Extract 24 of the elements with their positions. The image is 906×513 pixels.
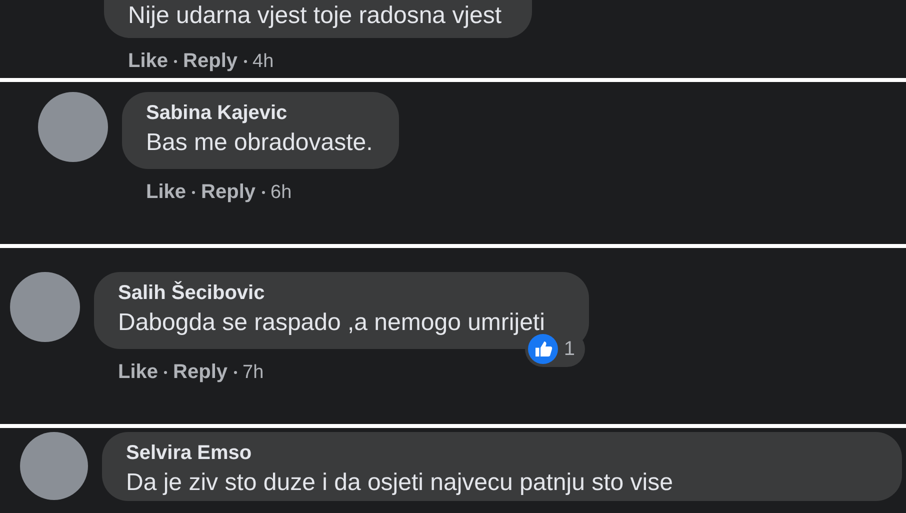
separator-dot: [164, 371, 168, 374]
separator-dot: [192, 191, 196, 194]
commenter-name[interactable]: Sabina Kajevic: [146, 102, 373, 125]
reaction-badge[interactable]: 1: [524, 331, 585, 367]
reply-link[interactable]: Reply: [201, 181, 256, 204]
like-link[interactable]: Like: [146, 181, 186, 204]
thumbs-up-icon: [528, 334, 558, 364]
separator-dot: [234, 371, 236, 374]
separator-dot: [244, 60, 246, 63]
commenter-name[interactable]: Selvira Emso: [126, 442, 876, 465]
separator-dot: [262, 191, 264, 194]
comment-time[interactable]: 7h: [242, 362, 264, 384]
comment-time[interactable]: 4h: [252, 51, 274, 73]
reply-link[interactable]: Reply: [173, 361, 228, 384]
comment-text: Nije udarna vjest toje radosna vjest: [128, 2, 502, 30]
like-link[interactable]: Like: [128, 50, 168, 73]
comment-text: Bas me obradovaste.: [146, 129, 373, 157]
reaction-count: 1: [564, 338, 575, 360]
comment-time[interactable]: 6h: [270, 182, 292, 204]
separator-dot: [174, 60, 178, 63]
comment-text: Da je ziv sto duze i da osjeti najvecu patnju sto vise: [126, 469, 674, 497]
reply-link[interactable]: Reply: [183, 50, 238, 73]
commenter-name[interactable]: Salih Šecibovic: [118, 282, 545, 305]
like-link[interactable]: Like: [118, 361, 158, 384]
